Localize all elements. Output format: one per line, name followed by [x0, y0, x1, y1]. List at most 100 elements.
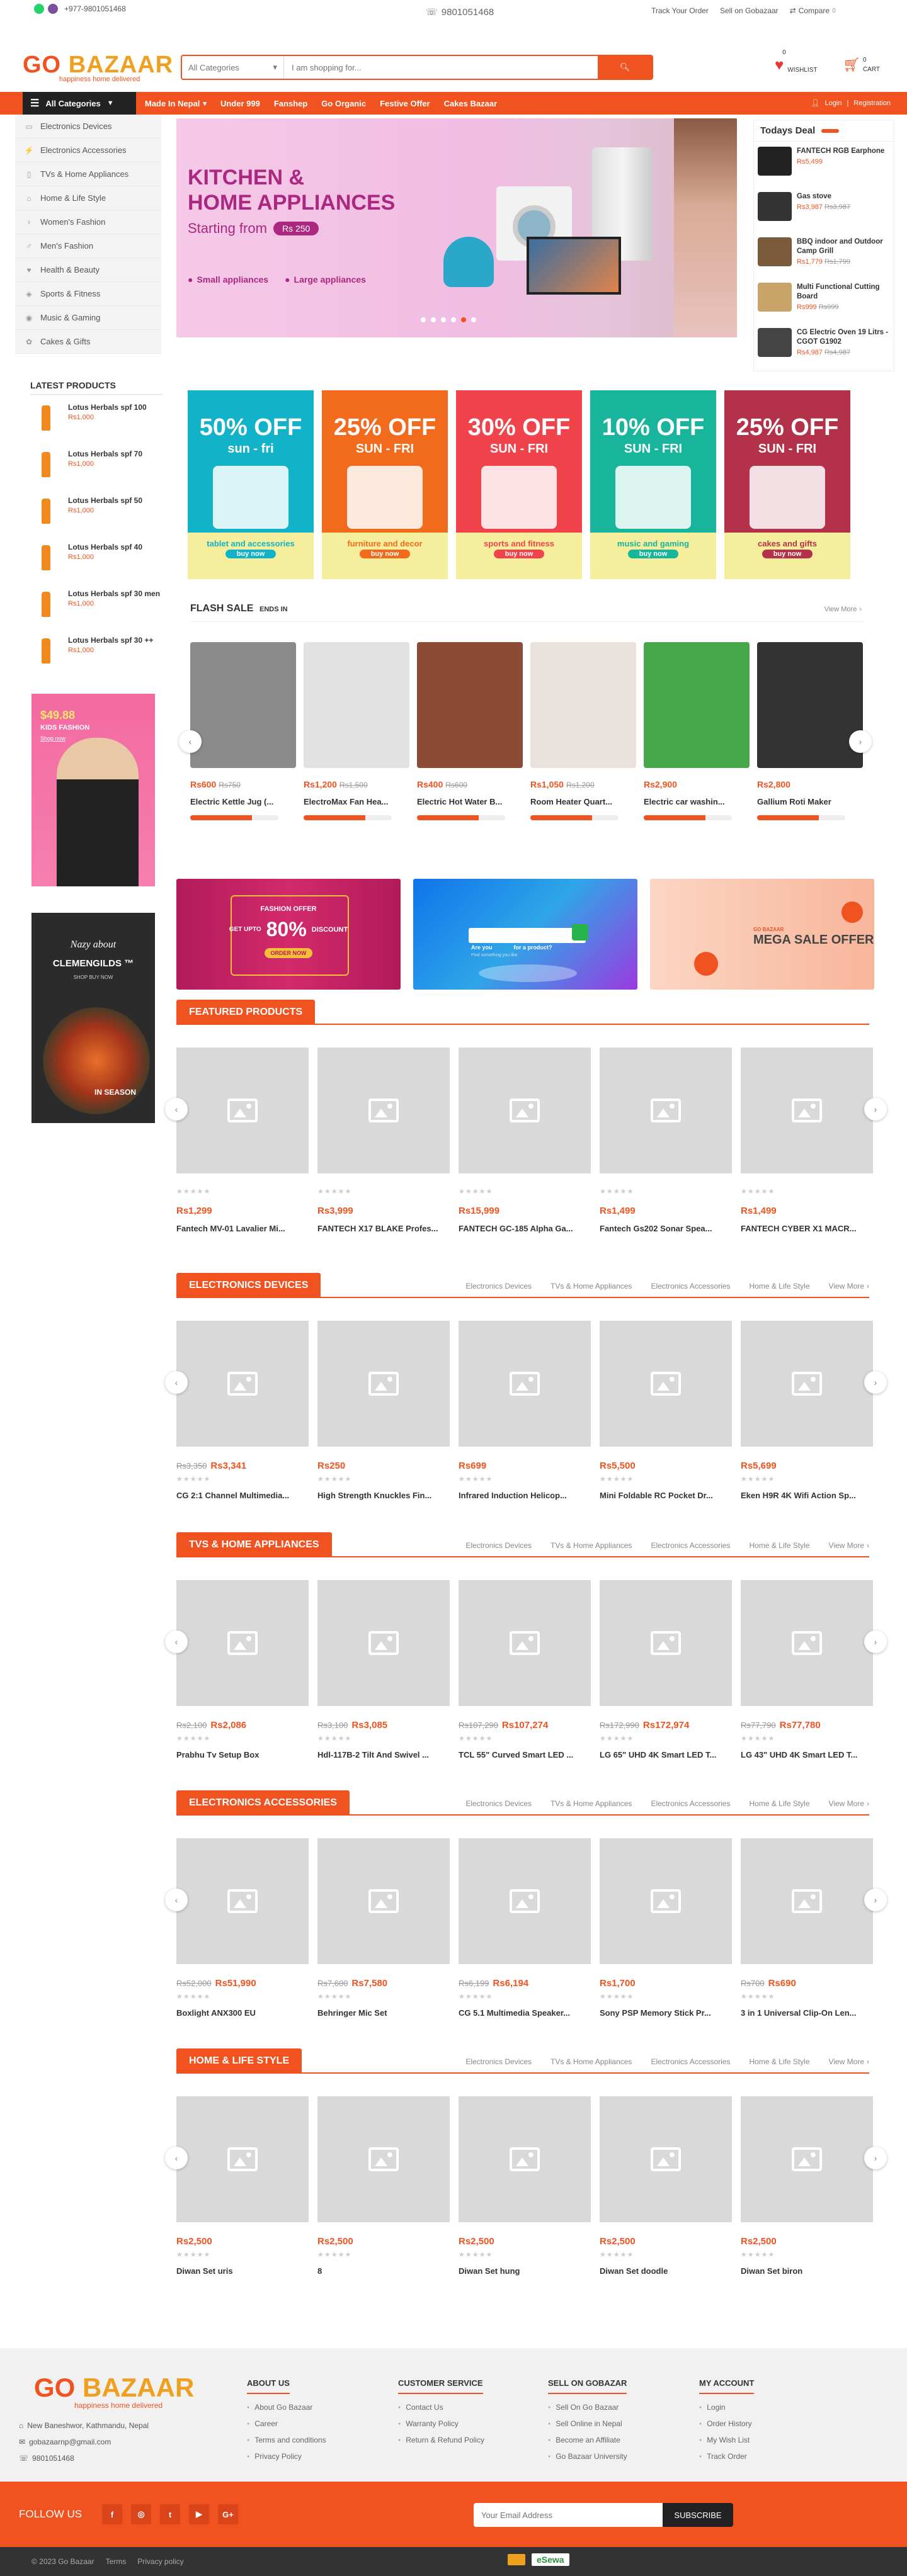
all-categories-button[interactable]: ☰ All Categories ▼	[23, 92, 136, 115]
flash-sale-item[interactable]: Rs2,800 Gallium Roti Maker	[757, 642, 863, 831]
product-card[interactable]: ★★★★★ Rs1,499 FANTECH CYBER X1 MACR...	[741, 1048, 873, 1255]
section-view-more[interactable]: View More ›	[829, 1282, 869, 1291]
flash-sale-item[interactable]: Rs1,050 Rs1,200 Room Heater Quart...	[530, 642, 636, 831]
sidebar-category-item[interactable]: ⚡ Electronics Accessories	[15, 138, 161, 162]
search-input[interactable]	[284, 56, 598, 79]
todays-deal-item[interactable]: FANTECH RGB Earphone Rs5,499	[754, 142, 894, 187]
product-card[interactable]: Rs52,000 Rs51,990 ★★★★★ Boxlight ANX300 EU	[176, 1838, 309, 2046]
section-tab[interactable]: Electronics Accessories	[651, 2057, 730, 2066]
nav-link[interactable]: Made In Nepal ▾	[145, 99, 207, 108]
subscribe-button[interactable]: SUBSCRIBE	[663, 2503, 733, 2527]
mega-sale-banner[interactable]: GO BAZAAR MEGA SALE OFFER	[650, 879, 874, 990]
compare-link[interactable]: ⇄ Compare 0	[790, 6, 836, 15]
section-next-arrow[interactable]: ›	[864, 1630, 887, 1653]
promo-tile[interactable]: 25% OFF SUN - FRI cakes and gifts buy now	[724, 390, 850, 579]
footer-link[interactable]: ● Sell Online in Nepal	[548, 2419, 627, 2428]
twitter-icon[interactable]: t	[160, 2504, 180, 2524]
promo-buy-button[interactable]: buy now	[225, 550, 276, 558]
product-card[interactable]: Rs1,700 ★★★★★ Sony PSP Memory Stick Pr...	[600, 1838, 732, 2046]
privacy-link[interactable]: Privacy policy	[137, 2557, 183, 2566]
nav-link[interactable]: Fanshep	[274, 99, 307, 108]
sidebar-category-item[interactable]: ▯ TVs & Home Appliances	[15, 162, 161, 186]
product-card[interactable]: Rs2,500 ★★★★★ Diwan Set hung	[459, 2096, 591, 2304]
login-link[interactable]: Login	[825, 99, 842, 107]
carousel-dot[interactable]	[471, 317, 476, 322]
footer-link[interactable]: ● Track Order	[699, 2452, 754, 2461]
promo-buy-button[interactable]: buy now	[494, 550, 544, 558]
promo-buy-button[interactable]: buy now	[628, 550, 678, 558]
product-card[interactable]: Rs2,500 ★★★★★ Diwan Set doodle	[600, 2096, 732, 2304]
section-tab[interactable]: Electronics Accessories	[651, 1541, 730, 1550]
product-card[interactable]: ★★★★★ Rs1,499 Fantech Gs202 Sonar Spea...	[600, 1048, 732, 1255]
footer-email[interactable]: gobazaarnp@gmail.com	[29, 2434, 111, 2450]
product-card[interactable]: Rs2,100 Rs2,086 ★★★★★ Prabhu Tv Setup Box	[176, 1580, 309, 1788]
sidebar-category-item[interactable]: ⌂ Home & Life Style	[15, 186, 161, 210]
footer-link[interactable]: ● My Wish List	[699, 2436, 754, 2444]
whatsapp-icon[interactable]	[34, 4, 44, 14]
register-link[interactable]: Registration	[853, 99, 891, 107]
sell-link[interactable]: Sell on Gobazaar	[720, 6, 779, 15]
product-card[interactable]: Rs107,290 Rs107,274 ★★★★★ TCL 55" Curved Sm…	[459, 1580, 591, 1788]
hero-banner[interactable]: KITCHEN & HOME APPLIANCES Starting from …	[176, 118, 737, 337]
product-card[interactable]: Rs2,500 ★★★★★ 8	[317, 2096, 450, 2304]
viber-icon[interactable]	[48, 4, 58, 14]
facebook-icon[interactable]: f	[102, 2504, 122, 2524]
flash-prev-arrow[interactable]: ‹	[179, 730, 202, 753]
promo-buy-button[interactable]: buy now	[360, 550, 410, 558]
section-prev-arrow[interactable]: ‹	[165, 2147, 188, 2169]
section-tab[interactable]: Electronics Devices	[465, 1541, 532, 1550]
flash-next-arrow[interactable]: ›	[849, 730, 872, 753]
product-card[interactable]: Rs3,100 Rs3,085 ★★★★★ Hdl-117B-2 Tilt And S…	[317, 1580, 450, 1788]
product-card[interactable]: Rs699 ★★★★★ Infrared Induction Helicop...	[459, 1321, 591, 1528]
footer-link[interactable]: ● Terms and conditions	[247, 2436, 326, 2444]
fashion-offer-banner[interactable]: FASHION OFFER GET UPTO 80% DISCOUNT ORDE…	[176, 879, 401, 990]
wishlist-link[interactable]: ♥ 0 WISHLIST	[775, 49, 817, 74]
latest-product-item[interactable]: Lotus Herbals spf 30 ++ Rs1,000	[30, 628, 163, 674]
flash-sale-item[interactable]: Rs1,200 Rs1,500 ElectroMax Fan Hea...	[304, 642, 409, 831]
footer-link[interactable]: ● About Go Bazaar	[247, 2403, 326, 2412]
latest-product-item[interactable]: Lotus Herbals spf 100 Rs1,000	[30, 395, 163, 441]
section-tab[interactable]: Home & Life Style	[749, 1541, 809, 1550]
section-tab[interactable]: Electronics Devices	[465, 1282, 532, 1291]
carousel-dot[interactable]	[431, 317, 436, 322]
product-card[interactable]: Rs5,699 ★★★★★ Eken H9R 4K Wifi Action Sp..…	[741, 1321, 873, 1528]
newsletter-email-input[interactable]	[474, 2503, 663, 2527]
product-card[interactable]: Rs77,790 Rs77,780 ★★★★★ LG 43" UHD 4K Smart…	[741, 1580, 873, 1788]
promo-tile[interactable]: 30% OFF SUN - FRI sports and fitness buy no…	[456, 390, 582, 579]
carousel-dot[interactable]	[451, 317, 456, 322]
kids-fashion-ad[interactable]: $49.88 KIDS FASHION Shop now	[31, 694, 155, 886]
latest-product-item[interactable]: Lotus Herbals spf 40 Rs1,000	[30, 534, 163, 581]
todays-deal-item[interactable]: CG Electric Oven 19 Litrs -CGOT G1902 Rs4…	[754, 323, 894, 368]
section-tab[interactable]: Home & Life Style	[749, 2057, 809, 2066]
section-view-more[interactable]: View More ›	[829, 2057, 869, 2066]
section-view-more[interactable]: View More ›	[829, 1799, 869, 1808]
cart-link[interactable]: 🛒︎ 0 CART	[843, 57, 880, 73]
section-tab[interactable]: TVs & Home Appliances	[550, 1799, 632, 1808]
latest-product-item[interactable]: Lotus Herbals spf 50 Rs1,000	[30, 488, 163, 534]
section-next-arrow[interactable]: ›	[864, 1371, 887, 1394]
product-card[interactable]: Rs7,600 Rs7,580 ★★★★★ Behringer Mic Set	[317, 1838, 450, 2046]
flash-sale-item[interactable]: Rs2,900 Electric car washin...	[644, 642, 750, 831]
product-card[interactable]: Rs6,199 Rs6,194 ★★★★★ CG 5.1 Multimedia Spe…	[459, 1838, 591, 2046]
google-plus-icon[interactable]: G+	[218, 2504, 238, 2524]
promo-tile[interactable]: 50% OFF sun - fri tablet and accessories bu…	[188, 390, 314, 579]
footer-logo[interactable]: GO BAZAAR happiness home delivered	[34, 2375, 194, 2410]
section-tab[interactable]: TVs & Home Appliances	[550, 2057, 632, 2066]
footer-link[interactable]: ● Login	[699, 2403, 754, 2412]
section-tab[interactable]: Electronics Accessories	[651, 1282, 730, 1291]
todays-deal-item[interactable]: Multi Functional Cutting Board Rs999 Rs999	[754, 278, 894, 323]
product-card[interactable]: ★★★★★ Rs15,999 FANTECH GC-185 Alpha Ga...	[459, 1048, 591, 1255]
footer-link[interactable]: ● Privacy Policy	[247, 2452, 326, 2461]
carousel-dot[interactable]	[421, 317, 426, 322]
search-button[interactable]: 🔍︎	[598, 56, 652, 79]
sidebar-category-item[interactable]: ◈ Sports & Fitness	[15, 282, 161, 306]
nav-link[interactable]: Cakes Bazaar	[444, 99, 498, 108]
nav-link[interactable]: Go Organic	[321, 99, 366, 108]
youtube-icon[interactable]: ▶	[189, 2504, 209, 2524]
instagram-icon[interactable]: ◎	[131, 2504, 151, 2524]
section-prev-arrow[interactable]: ‹	[165, 1630, 188, 1653]
product-card[interactable]: Rs172,990 Rs172,974 ★★★★★ LG 65" UHD 4K Sma…	[600, 1580, 732, 1788]
product-card[interactable]: Rs700 Rs690 ★★★★★ 3 in 1 Universal Clip-On …	[741, 1838, 873, 2046]
section-next-arrow[interactable]: ›	[864, 1098, 887, 1121]
nav-link[interactable]: Under 999	[220, 99, 260, 108]
